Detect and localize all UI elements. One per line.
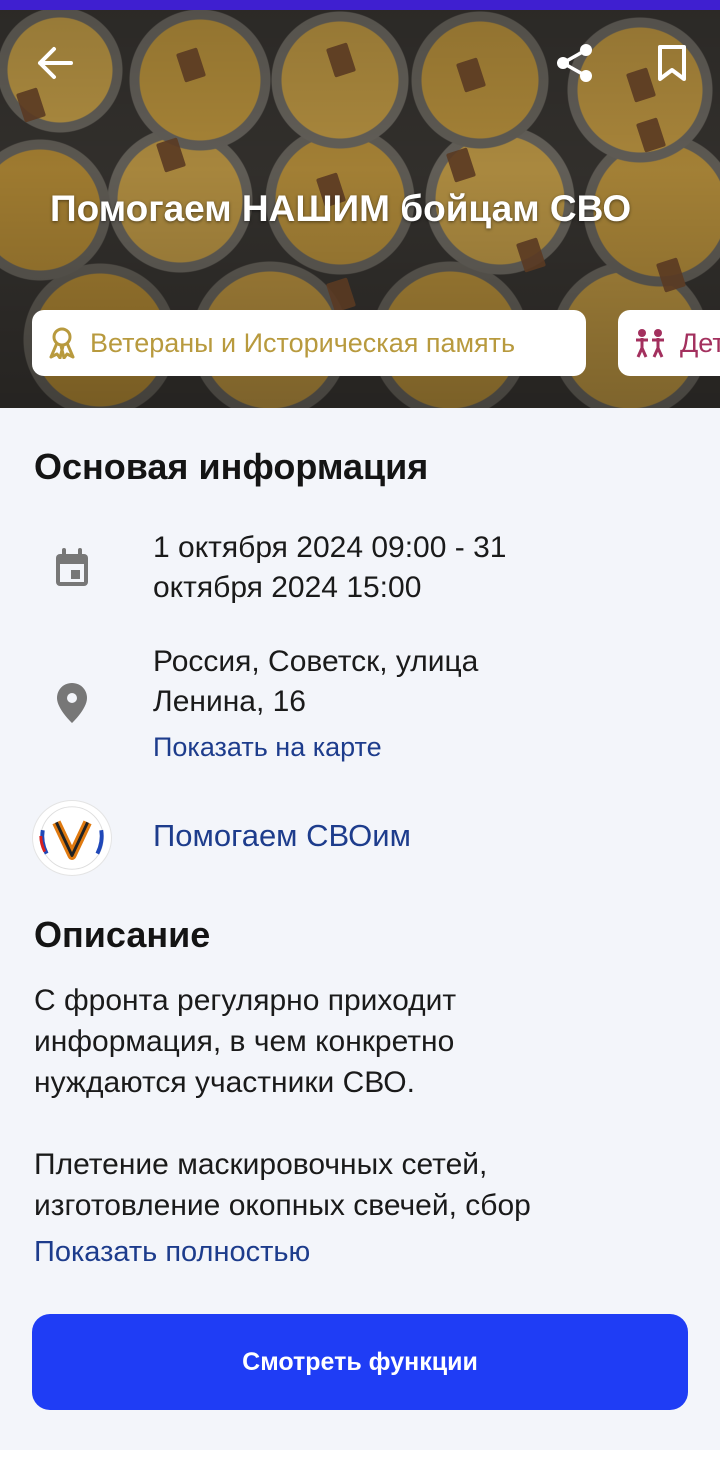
event-address-line: Россия, Советск, улица bbox=[153, 645, 479, 678]
description-line: информация, в чем конкретно bbox=[34, 1025, 455, 1058]
bookmark-icon bbox=[657, 44, 687, 86]
category-label: Дети bbox=[680, 327, 720, 358]
location-pin-icon bbox=[52, 683, 92, 723]
candle-wick bbox=[635, 117, 667, 153]
candle-wick bbox=[325, 42, 357, 78]
event-address-line: Ленина, 16 bbox=[153, 685, 306, 718]
candle-wick bbox=[445, 147, 477, 183]
event-title: Помогаем НАШИМ бойцам СВО bbox=[50, 188, 632, 229]
candle-wick bbox=[325, 277, 357, 313]
candle-wick bbox=[155, 137, 187, 173]
back-button[interactable] bbox=[25, 35, 85, 95]
event-date-line: 1 октября 2024 09:00 - 31 bbox=[153, 531, 507, 564]
event-address: Россия, Советск, улица Ленина, 16 bbox=[153, 642, 593, 722]
category-label: Ветераны и Историческая память bbox=[90, 327, 516, 358]
description-paragraph: Плетение маскировочных сетей, изготовлен… bbox=[34, 1144, 694, 1226]
arrow-left-icon bbox=[36, 46, 74, 84]
share-button[interactable] bbox=[545, 35, 605, 95]
event-date: 1 октября 2024 09:00 - 31 октября 2024 1… bbox=[153, 528, 593, 608]
candle-wick bbox=[515, 237, 547, 273]
description-line: С фронта регулярно приходит bbox=[34, 984, 457, 1017]
description-line: Плетение маскировочных сетей, bbox=[34, 1148, 488, 1181]
candle-wick bbox=[655, 257, 687, 293]
bookmark-button[interactable] bbox=[642, 35, 702, 95]
category-chip-veterans[interactable]: Ветераны и Историческая память bbox=[32, 310, 586, 376]
calendar-icon bbox=[52, 548, 92, 588]
top-accent-bar bbox=[0, 0, 720, 10]
event-date-line: октября 2024 15:00 bbox=[153, 571, 422, 604]
show-full-description-link[interactable]: Показать полностью bbox=[34, 1236, 310, 1269]
description-title: Описание bbox=[34, 914, 211, 955]
share-icon bbox=[555, 43, 595, 87]
organizer-link[interactable]: Помогаем СВОим bbox=[153, 818, 411, 854]
show-on-map-link[interactable]: Показать на карте bbox=[153, 732, 382, 763]
bottom-strip bbox=[0, 1450, 720, 1461]
view-functions-button[interactable]: Смотреть функции bbox=[32, 1314, 688, 1410]
ribbon-icon bbox=[48, 327, 76, 359]
event-cover-image: Помогаем НАШИМ бойцам СВО Ветераны и Ист… bbox=[0, 10, 720, 408]
candle-wick bbox=[455, 57, 487, 93]
organizer-avatar[interactable] bbox=[32, 800, 112, 876]
description-paragraph: С фронта регулярно приходит информация, … bbox=[34, 980, 694, 1103]
candle-wick bbox=[175, 47, 207, 83]
category-chip-children[interactable]: Дети bbox=[618, 310, 720, 376]
description-line: изготовление окопных свечей, сбор bbox=[34, 1189, 531, 1222]
description-line: нуждаются участники СВО. bbox=[34, 1066, 415, 1099]
children-icon bbox=[634, 328, 666, 358]
main-info-title: Основая информация bbox=[34, 446, 429, 487]
